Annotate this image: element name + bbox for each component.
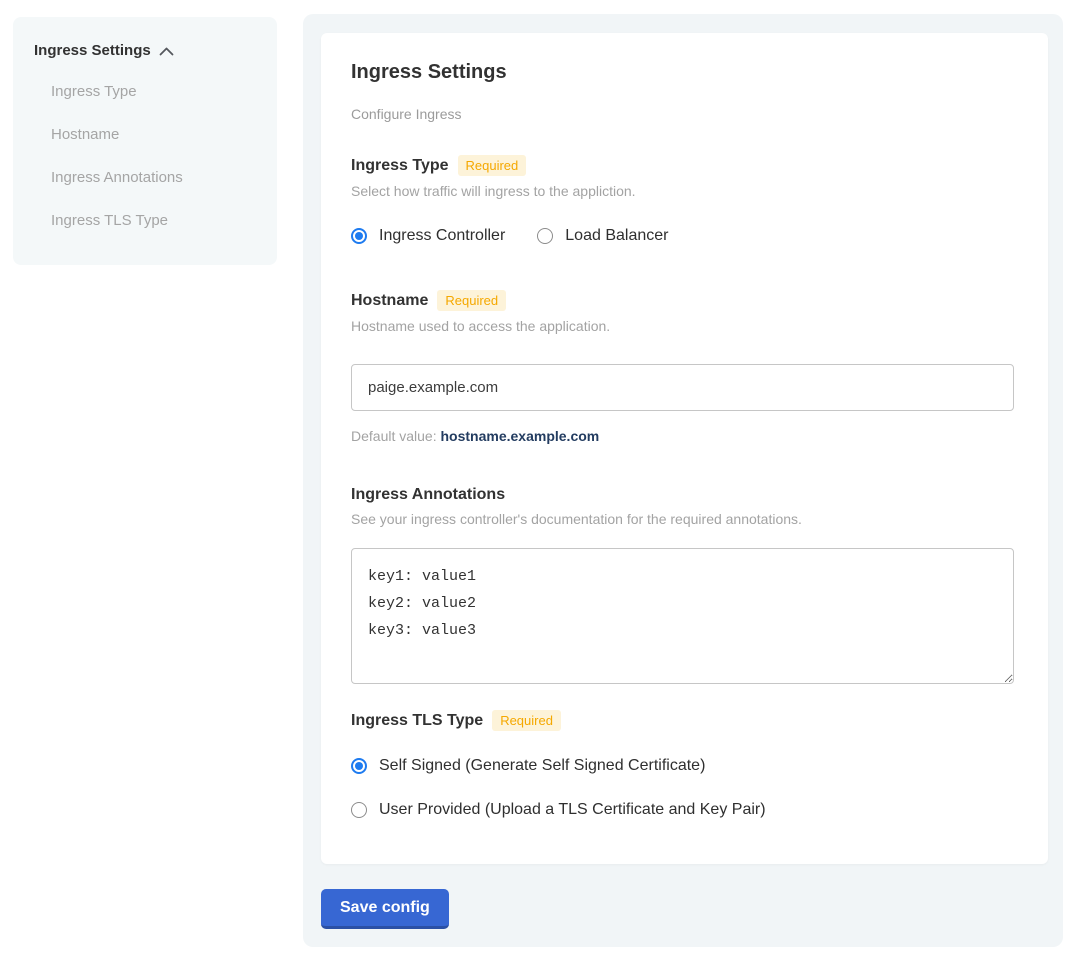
hostname-input[interactable] — [351, 364, 1014, 411]
ingress-tls-type-heading: Ingress TLS Type Required — [351, 710, 1018, 731]
default-value-text: hostname.example.com — [441, 428, 600, 444]
radio-option-label: Ingress Controller — [379, 227, 505, 245]
radio-option-self-signed[interactable]: Self Signed (Generate Self Signed Certif… — [351, 757, 1018, 775]
section-hostname: Hostname Required Hostname used to acces… — [351, 290, 1018, 444]
radio-selected-icon[interactable] — [351, 758, 367, 774]
ingress-tls-type-label: Ingress TLS Type — [351, 712, 483, 730]
radio-unselected-icon[interactable] — [351, 802, 367, 818]
radio-option-label: User Provided (Upload a TLS Certificate … — [379, 801, 766, 819]
radio-option-label: Load Balancer — [565, 227, 668, 245]
required-badge: Required — [492, 710, 561, 731]
config-page: Ingress Settings Ingress Type Hostname I… — [0, 0, 1090, 969]
ingress-type-label: Ingress Type — [351, 157, 449, 175]
page-title: Ingress Settings — [351, 61, 1018, 84]
required-badge: Required — [437, 290, 506, 311]
radio-option-load-balancer[interactable]: Load Balancer — [537, 227, 668, 245]
config-panel: Ingress Settings Configure Ingress Ingre… — [303, 14, 1063, 947]
sidebar-item-ingress-type[interactable]: Ingress Type — [51, 83, 257, 100]
sidebar-item-ingress-tls-type[interactable]: Ingress TLS Type — [51, 212, 257, 229]
ingress-annotations-heading: Ingress Annotations — [351, 486, 1018, 504]
chevron-up-icon — [159, 47, 174, 56]
sidebar-group-ingress-settings[interactable]: Ingress Settings — [34, 42, 257, 59]
ingress-annotations-textarea[interactable]: key1: value1 key2: value2 key3: value3 — [351, 548, 1014, 684]
config-nav-sidebar: Ingress Settings Ingress Type Hostname I… — [13, 17, 277, 265]
sidebar-item-hostname[interactable]: Hostname — [51, 126, 257, 143]
hostname-heading: Hostname Required — [351, 290, 1018, 311]
ingress-tls-type-options: Self Signed (Generate Self Signed Certif… — [351, 757, 1018, 819]
hostname-default-line: Default value: hostname.example.com — [351, 428, 1018, 444]
radio-selected-icon[interactable] — [351, 228, 367, 244]
sidebar-group-label: Ingress Settings — [34, 42, 151, 59]
radio-option-label: Self Signed (Generate Self Signed Certif… — [379, 757, 705, 775]
default-value-label: Default value: — [351, 428, 437, 444]
radio-unselected-icon[interactable] — [537, 228, 553, 244]
page-subtitle: Configure Ingress — [351, 106, 1018, 122]
ingress-type-heading: Ingress Type Required — [351, 155, 1018, 176]
section-ingress-annotations: Ingress Annotations See your ingress con… — [351, 486, 1018, 689]
save-config-button[interactable]: Save config — [321, 889, 449, 929]
required-badge: Required — [458, 155, 527, 176]
ingress-annotations-label: Ingress Annotations — [351, 486, 505, 504]
hostname-help: Hostname used to access the application. — [351, 318, 1018, 334]
sidebar-item-ingress-annotations[interactable]: Ingress Annotations — [51, 169, 257, 186]
ingress-type-help: Select how traffic will ingress to the a… — [351, 183, 1018, 199]
ingress-annotations-help: See your ingress controller's documentat… — [351, 511, 1018, 527]
ingress-type-options: Ingress Controller Load Balancer — [351, 227, 1018, 245]
hostname-label: Hostname — [351, 292, 428, 310]
radio-option-ingress-controller[interactable]: Ingress Controller — [351, 227, 505, 245]
radio-option-user-provided[interactable]: User Provided (Upload a TLS Certificate … — [351, 801, 1018, 819]
section-ingress-type: Ingress Type Required Select how traffic… — [351, 155, 1018, 245]
sidebar-item-list: Ingress Type Hostname Ingress Annotation… — [34, 83, 257, 229]
section-ingress-tls-type: Ingress TLS Type Required Self Signed (G… — [351, 710, 1018, 819]
config-card: Ingress Settings Configure Ingress Ingre… — [321, 33, 1048, 864]
